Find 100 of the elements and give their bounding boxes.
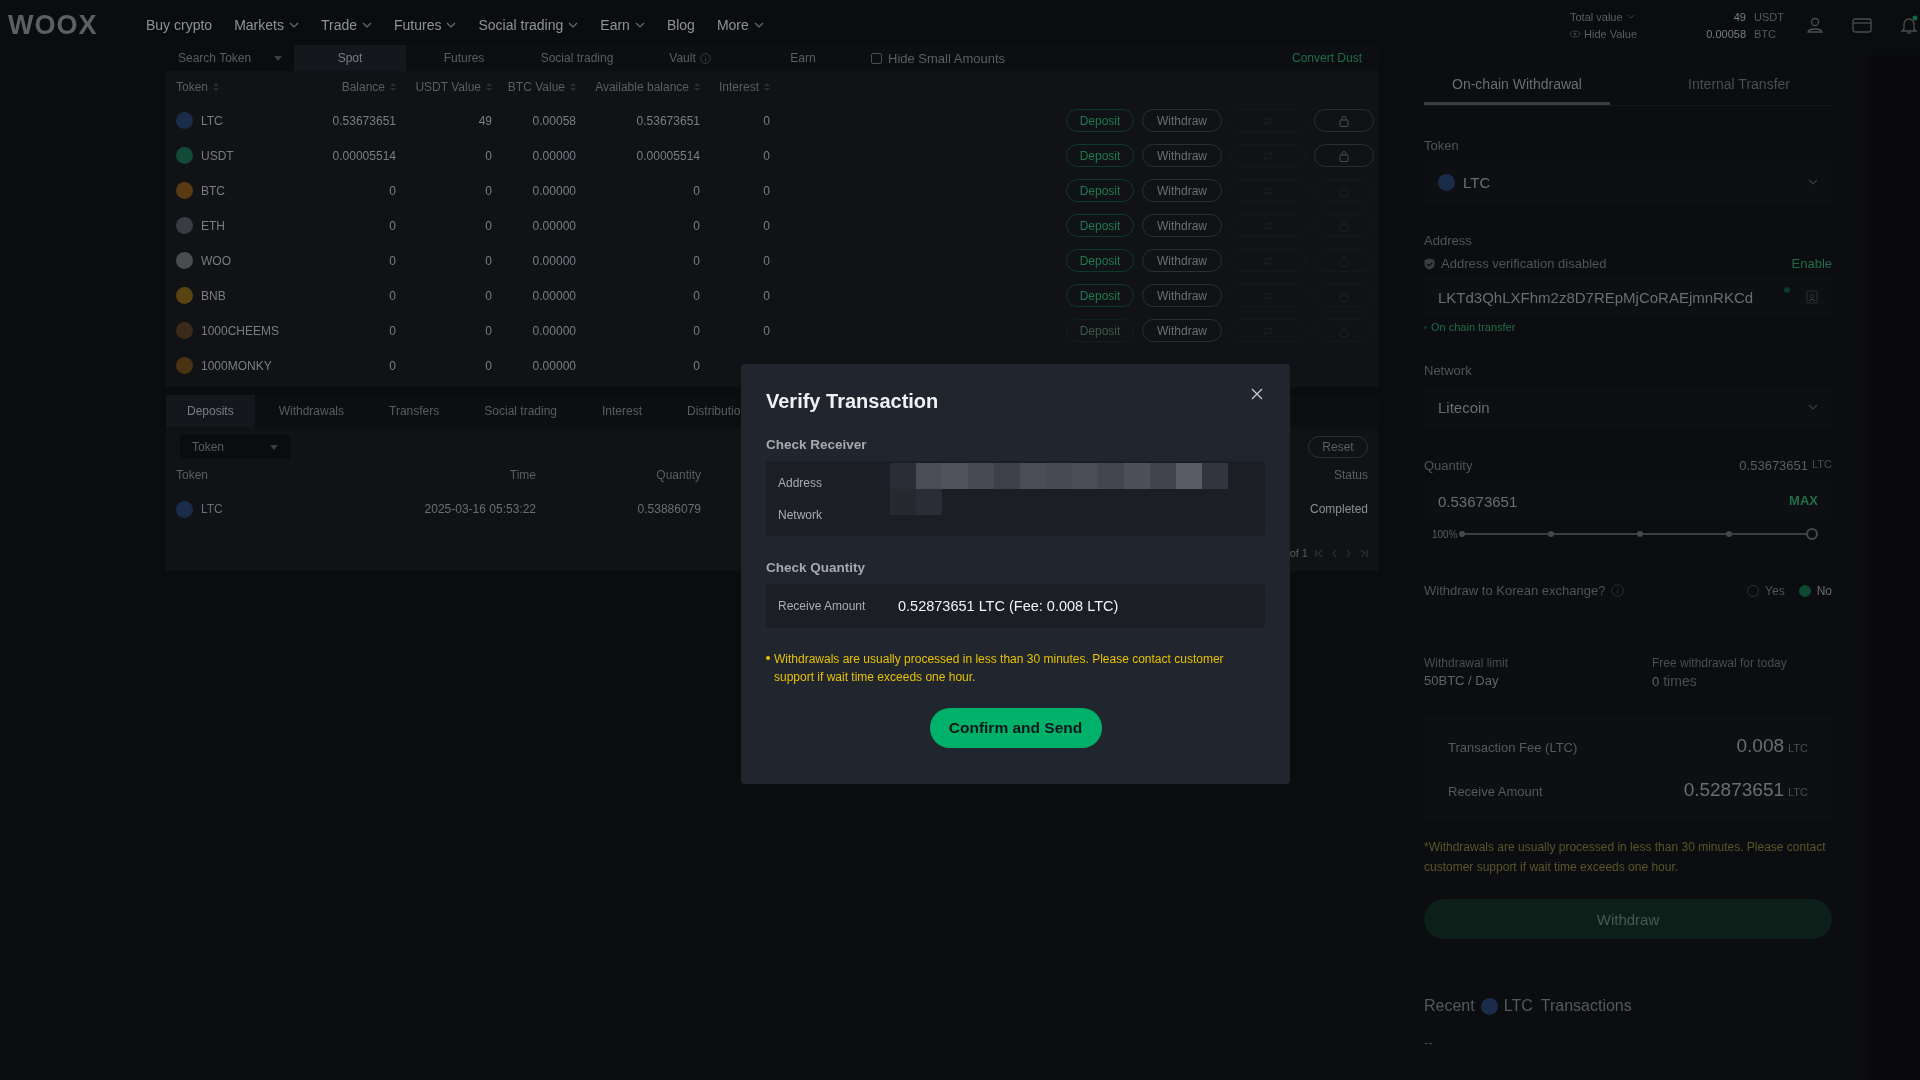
- currency-unit: USDT: [1754, 10, 1782, 23]
- withdraw-tab[interactable]: On-chain Withdrawal: [1424, 65, 1610, 105]
- chevron-down-icon: [362, 22, 372, 28]
- column-header: Time: [509, 468, 536, 482]
- caret-down-icon: [270, 445, 278, 450]
- summary-label: Receive Amount: [1448, 784, 1543, 799]
- hide-small-amounts-checkbox[interactable]: Hide Small Amounts: [871, 50, 1292, 66]
- nav-link[interactable]: Earn: [600, 17, 645, 33]
- currency-unit: LTC: [1788, 786, 1808, 798]
- eye-icon: [1570, 29, 1580, 38]
- radio-option[interactable]: No: [1798, 583, 1832, 598]
- table-cell: Completed: [1309, 502, 1368, 516]
- bullet-icon: [766, 656, 770, 660]
- table-cell: 0: [763, 148, 770, 163]
- next-page-icon: [1345, 548, 1352, 558]
- field-label: Address: [1424, 233, 1473, 248]
- radio-option[interactable]: Yes: [1747, 583, 1785, 598]
- nav-link[interactable]: Trade: [320, 17, 372, 33]
- table-cell: 0: [693, 253, 700, 268]
- table-cell: 0: [763, 113, 770, 128]
- nav-link[interactable]: Blog: [666, 17, 695, 33]
- shield-check-icon: [1424, 257, 1435, 270]
- close-button[interactable]: [1249, 386, 1265, 402]
- page-count: of 1: [1289, 547, 1308, 559]
- table-cell: 0.00005514: [332, 148, 396, 163]
- withdraw-submit-button[interactable]: Withdraw: [1424, 899, 1832, 939]
- section-heading: Check Receiver: [766, 437, 868, 452]
- slider-stop[interactable]: [1725, 531, 1732, 537]
- token-name: WOO: [201, 253, 231, 268]
- lock-icon: [1339, 114, 1349, 127]
- column-header[interactable]: BTC Value: [492, 71, 576, 103]
- table-cell: 0: [485, 218, 492, 233]
- table-cell: 0.00000: [532, 148, 576, 163]
- table-cell: 0: [485, 323, 492, 338]
- confirm-and-send-button[interactable]: Confirm and Send: [929, 708, 1102, 748]
- table-cell: 0: [693, 183, 700, 198]
- bell-icon: [1900, 15, 1918, 35]
- question-text: Withdraw to Korean exchange?: [1424, 583, 1606, 598]
- token-name: BTC: [201, 183, 225, 198]
- user-icon: [1806, 16, 1824, 34]
- info-icon: [699, 52, 711, 64]
- token-name: LTC: [201, 502, 223, 516]
- slider-stop[interactable]: [1636, 531, 1643, 537]
- nav-link[interactable]: Futures: [394, 17, 457, 33]
- checkbox[interactable]: [871, 52, 882, 64]
- slider-track[interactable]: [1461, 527, 1818, 541]
- bullet-icon: [1424, 325, 1427, 329]
- enable-link[interactable]: Enable: [1791, 256, 1832, 271]
- wallet-icon: [1852, 17, 1872, 33]
- chevron-down-icon: [288, 22, 299, 28]
- chevron-down-icon: [634, 22, 645, 28]
- table-cell: 0.53673651: [636, 113, 700, 128]
- convert-dust-link[interactable]: Convert Dust: [1291, 51, 1378, 65]
- table-cell: 0: [763, 323, 770, 338]
- table-cell: 0: [763, 253, 770, 268]
- max-button[interactable]: MAX: [1789, 493, 1818, 508]
- table-cell: 0.00000: [532, 253, 576, 268]
- field-label: Free withdrawal for today: [1652, 656, 1788, 670]
- slider-thumb[interactable]: [1806, 528, 1818, 540]
- column-header[interactable]: Interest: [700, 71, 770, 103]
- chevron-down-icon: [446, 22, 457, 28]
- nav-link[interactable]: Buy crypto: [146, 17, 213, 33]
- summary-label: Transaction Fee (LTC): [1448, 740, 1578, 755]
- column-header[interactable]: Token: [176, 71, 296, 103]
- first-page-icon: [1315, 548, 1324, 558]
- withdraw-tab[interactable]: Internal Transfer: [1646, 65, 1832, 105]
- last-page-icon: [1359, 548, 1368, 558]
- sort-icon: [390, 83, 396, 91]
- chevron-down-icon: [753, 22, 764, 28]
- radio-button[interactable]: [1798, 584, 1811, 597]
- table-cell: 0.00000: [532, 323, 576, 338]
- history-tab[interactable]: Deposits: [166, 395, 255, 427]
- table-cell: 0: [389, 323, 396, 338]
- table-cell: 0: [485, 148, 492, 163]
- table-cell: 0.00005514: [636, 148, 700, 163]
- hide-value-toggle[interactable]: Hide Value: [1570, 27, 1707, 40]
- total-value: 0.00058: [1706, 27, 1746, 40]
- column-header[interactable]: Available balance: [576, 71, 700, 103]
- column-header[interactable]: USDT Value: [396, 71, 492, 103]
- token-name: 1000MONKY: [201, 358, 272, 373]
- slider-stop[interactable]: [1458, 531, 1465, 537]
- currency-unit: LTC: [1812, 458, 1832, 472]
- token-filter-field[interactable]: Token: [180, 435, 290, 459]
- total-value-label[interactable]: Total value: [1570, 10, 1734, 23]
- logo[interactable]: WOOX: [8, 9, 120, 41]
- nav-link[interactable]: Markets: [234, 17, 299, 33]
- table-cell: 0: [485, 253, 492, 268]
- table-cell: 0: [763, 183, 770, 198]
- column-header[interactable]: Balance: [296, 71, 396, 103]
- table-cell: 0: [389, 253, 396, 268]
- summary-value: 0.52873651: [1683, 779, 1785, 801]
- detail-label: Address: [778, 475, 824, 490]
- table-cell: 0: [485, 358, 492, 373]
- asset-tab[interactable]: Spot: [294, 45, 406, 71]
- address-book-icon: [1806, 290, 1818, 304]
- table-cell: 0: [693, 323, 700, 338]
- nav-link[interactable]: More: [716, 17, 764, 33]
- slider-stop[interactable]: [1547, 531, 1554, 537]
- nav-link[interactable]: Social trading: [478, 17, 579, 33]
- token-name: ETH: [201, 218, 225, 233]
